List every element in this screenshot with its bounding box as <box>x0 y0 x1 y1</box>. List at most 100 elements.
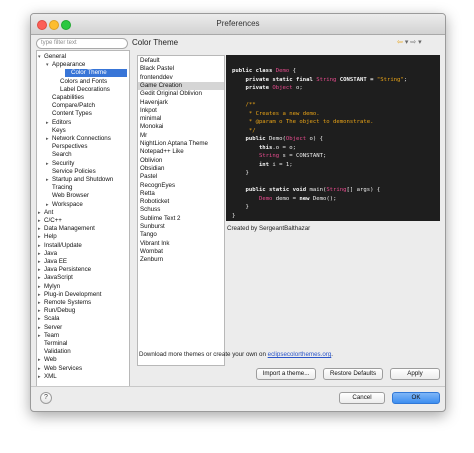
code-token: private static final <box>232 76 317 83</box>
cancel-button[interactable]: Cancel <box>339 392 385 404</box>
tree-item-editors[interactable]: ▸ Editors <box>37 119 129 127</box>
tree-item-data-management[interactable]: ▸ Data Management <box>37 225 129 233</box>
tree-item-startup-and-shutdown[interactable]: ▸ Startup and Shutdown <box>37 176 129 184</box>
code-line: public static void main(String[] args) { <box>232 187 380 193</box>
theme-item[interactable]: Sublime Text 2 <box>140 215 180 222</box>
tree-item-colors-and-fonts[interactable]: Colors and Fonts <box>37 78 129 86</box>
tree-item-label: Content Types <box>52 110 92 118</box>
theme-item[interactable]: Roboticket <box>140 198 169 205</box>
tree-item-ant[interactable]: ▸ Ant <box>37 209 129 217</box>
theme-item[interactable]: Gedit Original Oblivion <box>140 90 202 97</box>
tree-item-appearance[interactable]: ▾ Appearance <box>37 61 129 69</box>
code-token: public <box>232 136 270 142</box>
page-title: Color Theme <box>132 38 179 47</box>
back-arrow-icon[interactable]: ⇦ <box>397 39 403 46</box>
tree-item-web-browser[interactable]: Web Browser <box>37 192 129 200</box>
code-token: String <box>316 76 337 83</box>
tree-item-java-persistence[interactable]: ▸ Java Persistence <box>37 266 129 274</box>
apply-button[interactable]: Apply <box>390 368 440 380</box>
tree-item-terminal[interactable]: Terminal <box>37 340 129 348</box>
theme-item[interactable]: Monokai <box>140 123 163 130</box>
tree-item-label-decorations[interactable]: Label Decorations <box>37 86 129 94</box>
theme-item[interactable]: Zenburn <box>140 256 163 263</box>
tree-item-plug-in-development[interactable]: ▸ Plug-in Development <box>37 291 129 299</box>
tree-item-java[interactable]: ▸ Java <box>37 250 129 258</box>
tree-item-server[interactable]: ▸ Server <box>37 324 129 332</box>
theme-item[interactable]: Vibrant Ink <box>140 240 169 247</box>
help-icon[interactable]: ? <box>40 392 52 404</box>
code-token: i = 1; <box>272 161 293 168</box>
code-token: String <box>258 153 280 159</box>
code-token: Demo <box>275 68 290 74</box>
preference-tree[interactable]: ▾ General ▾ Appearance Color Theme Colors and… <box>36 50 130 387</box>
code-token: } <box>232 170 249 176</box>
eclipsecolorthemes-link[interactable]: eclipsecolorthemes.org <box>268 351 332 358</box>
theme-item[interactable]: frontenddev <box>140 74 173 81</box>
code-line: */ <box>232 128 256 134</box>
tree-item-general[interactable]: ▾ General <box>37 53 129 61</box>
theme-item[interactable]: Havenjark <box>140 99 168 106</box>
theme-item[interactable]: Tango <box>140 231 157 238</box>
theme-item[interactable]: Default <box>140 57 160 64</box>
theme-item[interactable]: Pastel <box>140 173 157 180</box>
tree-item-web-services[interactable]: ▸ Web Services <box>37 365 129 373</box>
ok-button[interactable]: OK <box>392 392 440 404</box>
tree-item-tracing[interactable]: Tracing <box>37 184 129 192</box>
code-token: ; <box>403 76 408 83</box>
theme-item[interactable]: Obsidian <box>140 165 164 172</box>
tree-item-label: Startup and Shutdown <box>52 176 114 183</box>
menu-chevron-icon[interactable]: ▾ <box>405 39 409 46</box>
theme-list[interactable]: Default Black Pastel frontenddev Game Creat… <box>137 55 225 366</box>
tree-item-workspace[interactable]: ▸ Workspace <box>37 201 129 209</box>
restore-defaults-button[interactable]: Restore Defaults <box>323 368 383 380</box>
import-theme-button[interactable]: Import a theme... <box>256 368 316 380</box>
tree-item-perspectives[interactable]: Perspectives <box>37 143 129 151</box>
theme-item[interactable]: Schuss <box>140 206 160 213</box>
code-token: this <box>232 144 273 151</box>
code-line: /** <box>232 102 255 108</box>
tree-item-label: Java Persistence <box>44 266 92 274</box>
tree-item-remote-systems[interactable]: ▸ Remote Systems <box>37 299 129 307</box>
tree-item-help[interactable]: ▸ Help <box>37 233 129 241</box>
tree-item-keys[interactable]: Keys <box>37 127 129 135</box>
theme-item[interactable]: RecognEyes <box>140 182 175 189</box>
tree-item-service-policies[interactable]: Service Policies <box>37 168 129 176</box>
tree-item-scala[interactable]: ▸ Scala <box>37 315 129 323</box>
tree-item-security[interactable]: ▸ Security <box>37 160 129 168</box>
forward-arrow-icon[interactable]: ⇨ <box>410 39 416 46</box>
view-menu-icon[interactable]: ▾ <box>418 39 422 46</box>
tree-item-xml[interactable]: ▸ XML <box>37 373 129 381</box>
theme-item[interactable]: NightLion Aptana Theme <box>140 140 208 147</box>
theme-item[interactable]: Oblivion <box>140 157 162 164</box>
theme-item[interactable]: Game Creation <box>140 82 182 89</box>
filter-input[interactable]: type filter text <box>36 38 128 49</box>
theme-item[interactable]: Wombat <box>140 248 163 255</box>
tree-item-web[interactable]: ▸ Web <box>37 356 129 364</box>
code-token: demo = <box>272 195 300 202</box>
tree-item-label: Mylyn <box>44 282 61 290</box>
tree-item-color-theme[interactable]: Color Theme <box>65 69 127 78</box>
tree-item-label: JavaScript <box>44 274 73 282</box>
code-token: o; <box>292 85 303 91</box>
tree-item-content-types[interactable]: Content Types <box>37 110 129 118</box>
tree-item-search[interactable]: Search <box>37 151 129 159</box>
theme-item[interactable]: Notepad++ Like <box>140 148 184 155</box>
theme-item[interactable]: minimal <box>140 115 161 122</box>
tree-item-network-connections[interactable]: ▸ Network Connections <box>37 135 129 143</box>
tree-item-run-debug[interactable]: ▸ Run/Debug <box>37 307 129 315</box>
tree-item-c-c-[interactable]: ▸ C/C++ <box>37 217 129 225</box>
tree-item-compare-patch[interactable]: Compare/Patch <box>37 102 129 110</box>
theme-item[interactable]: Mr <box>140 132 147 139</box>
tree-item-javascript[interactable]: ▸ JavaScript <box>37 274 129 282</box>
tree-item-team[interactable]: ▸ Team <box>37 332 129 340</box>
tree-item-validation[interactable]: Validation <box>37 348 129 356</box>
tree-item-java-ee[interactable]: ▸ Java EE <box>37 258 129 266</box>
tree-item-label: Server <box>44 323 63 331</box>
theme-item[interactable]: Black Pastel <box>140 65 174 72</box>
theme-item[interactable]: Retta <box>140 190 155 197</box>
tree-item-install-update[interactable]: ▸ Install/Update <box>37 242 129 250</box>
tree-item-mylyn[interactable]: ▸ Mylyn <box>37 283 129 291</box>
theme-item[interactable]: Sunburst <box>140 223 165 230</box>
theme-item[interactable]: Inkpot <box>140 107 157 114</box>
tree-item-capabilities[interactable]: Capabilities <box>37 94 129 102</box>
